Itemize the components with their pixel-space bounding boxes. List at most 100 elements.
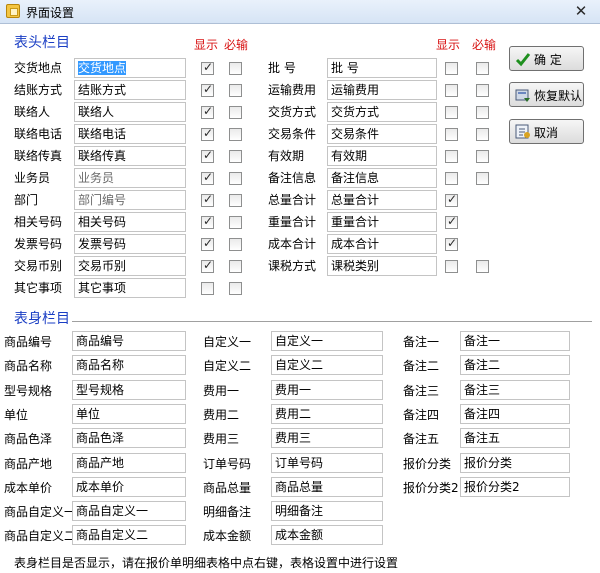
header-field-label: 联络人 [14,105,51,119]
required-checkbox[interactable] [476,62,489,75]
body-field-value: 费用二 [275,406,312,421]
body-field-input[interactable]: 费用一 [271,379,383,400]
body-field-value: 明细备注 [275,504,324,519]
header-field-input[interactable]: 结账方式 [74,80,186,100]
body-field-input[interactable]: 备注四 [460,403,570,424]
show-checkbox[interactable] [445,150,458,163]
required-checkbox[interactable] [229,128,242,141]
header-field-input[interactable]: 运输费用 [327,80,437,100]
body-field-input[interactable]: 型号规格 [72,379,186,400]
body-field-input[interactable]: 备注三 [460,379,570,400]
header-field-input[interactable]: 发票号码 [74,234,186,254]
required-checkbox[interactable] [229,282,242,295]
header-field-input[interactable]: 联络人 [74,102,186,122]
required-checkbox[interactable] [476,260,489,273]
body-field-input[interactable]: 备注一 [460,331,570,351]
body-field-input[interactable]: 成本金额 [271,525,383,546]
show-checkbox[interactable] [201,126,214,141]
header-field-value: 联络人 [78,105,115,119]
header-field-input[interactable]: 部门编号 [74,190,186,210]
header-field-input[interactable]: 联络传真 [74,146,186,166]
header-field-input[interactable]: 有效期 [327,146,437,166]
body-field-input[interactable]: 费用三 [271,428,383,449]
show-checkbox[interactable] [201,148,214,163]
body-field-value: 商品编号 [76,334,125,348]
show-checkbox[interactable] [445,172,458,185]
body-field-input[interactable]: 备注五 [460,428,570,449]
show-checkbox[interactable] [445,128,458,141]
required-checkbox[interactable] [229,260,242,273]
header-field-input[interactable]: 重量合计 [327,212,437,232]
body-field-input[interactable]: 商品色泽 [72,428,186,449]
body-field-input[interactable]: 费用二 [271,403,383,424]
header-field-input[interactable]: 备注信息 [327,168,437,188]
show-checkbox[interactable] [201,170,214,185]
header-field-input[interactable]: 其它事项 [74,278,186,298]
header-field-input[interactable]: 交易条件 [327,124,437,144]
required-checkbox[interactable] [229,106,242,119]
header-field-input[interactable]: 批 号 [327,58,437,78]
body-field-input[interactable]: 商品自定义一 [72,501,186,522]
body-field-input[interactable]: 自定义二 [271,355,383,376]
show-checkbox[interactable] [201,60,214,75]
header-field-input[interactable]: 交易币别 [74,256,186,276]
show-checkbox[interactable] [445,260,458,273]
show-checkbox[interactable] [201,192,214,207]
body-field-input[interactable]: 商品总量 [271,476,383,497]
header-field-input[interactable]: 相关号码 [74,212,186,232]
required-checkbox[interactable] [476,84,489,97]
body-field-input[interactable]: 订单号码 [271,452,383,473]
header-field-input[interactable]: 成本合计 [327,234,437,254]
body-field-value: 自定义二 [275,358,324,373]
body-field-label: 备注二 [403,359,440,374]
show-checkbox[interactable] [201,214,214,229]
required-checkbox[interactable] [476,128,489,141]
right-required-column-header: 必输 [472,38,497,52]
show-checkbox[interactable] [445,106,458,119]
cancel-button[interactable]: 取消 [509,119,584,144]
body-field-input[interactable]: 明细备注 [271,501,383,522]
body-field-input[interactable]: 商品编号 [72,331,186,351]
show-checkbox[interactable] [445,84,458,97]
body-field-input[interactable]: 备注二 [460,355,570,376]
required-checkbox[interactable] [229,84,242,97]
show-checkbox[interactable] [201,82,214,97]
body-field-input[interactable]: 成本单价 [72,476,186,497]
body-field-input[interactable]: 报价分类 [460,452,570,473]
show-checkbox[interactable] [201,282,214,295]
ok-button[interactable]: 确 定 [509,46,584,71]
header-field-input[interactable]: 交货方式 [327,102,437,122]
body-field-value: 商品色泽 [76,431,125,446]
header-field-input[interactable]: 总量合计 [327,190,437,210]
show-checkbox[interactable] [445,62,458,75]
header-field-input[interactable]: 交货地点 [74,58,186,78]
body-field-input[interactable]: 报价分类2 [460,476,570,497]
header-field-value: 交易条件 [331,127,380,141]
body-field-input[interactable]: 单位 [72,403,186,424]
restore-default-button[interactable]: 恢复默认 [509,82,584,107]
header-field-input[interactable]: 业务员 [74,168,186,188]
header-field-input[interactable]: 课税类别 [327,256,437,276]
show-checkbox[interactable] [445,192,458,207]
body-field-input[interactable]: 自定义一 [271,331,383,351]
body-field-input[interactable]: 商品自定义二 [72,525,186,546]
show-checkbox[interactable] [201,236,214,251]
required-checkbox[interactable] [229,194,242,207]
body-field-input[interactable]: 商品产地 [72,452,186,473]
required-checkbox[interactable] [476,172,489,185]
required-checkbox[interactable] [476,106,489,119]
required-checkbox[interactable] [229,62,242,75]
show-checkbox[interactable] [445,214,458,229]
required-checkbox[interactable] [229,172,242,185]
show-checkbox[interactable] [201,104,214,119]
header-field-input[interactable]: 联络电话 [74,124,186,144]
required-checkbox[interactable] [476,150,489,163]
close-icon[interactable]: ✕ [570,2,592,20]
show-checkbox[interactable] [201,258,214,273]
body-field-input[interactable]: 商品名称 [72,355,186,376]
required-checkbox[interactable] [229,238,242,251]
required-checkbox[interactable] [229,150,242,163]
show-checkbox[interactable] [445,236,458,251]
checkmark-icon [515,53,531,67]
required-checkbox[interactable] [229,216,242,229]
